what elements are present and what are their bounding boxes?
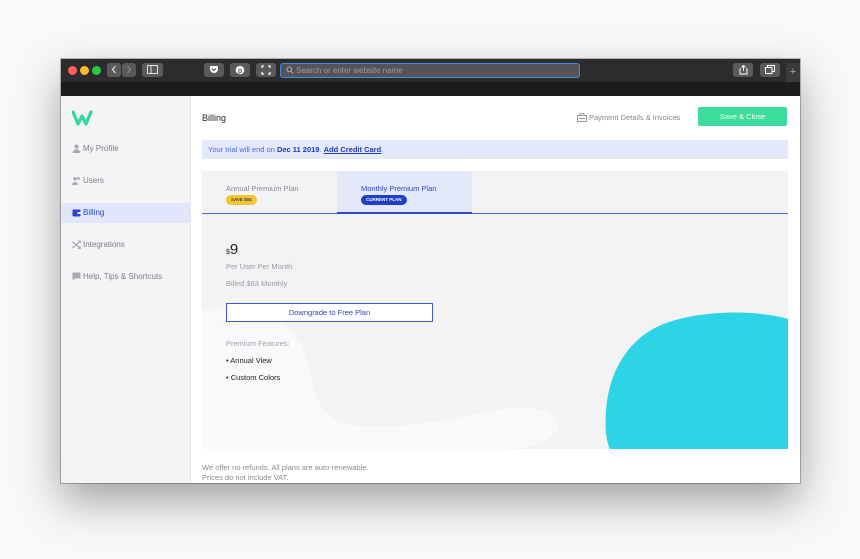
tab-monthly-plan[interactable]: Monthly Premium Plan CURRENT PLAN	[337, 171, 472, 214]
feature-item: • Custom Colors	[226, 373, 281, 382]
sidebar-item-label: Integrations	[83, 240, 125, 249]
pocket-icon	[210, 66, 218, 73]
forward-button[interactable]	[122, 63, 136, 77]
features-title: Premium Features:	[226, 339, 290, 348]
pocket-extension-button[interactable]	[204, 63, 224, 77]
tab-label: Annual Premium Plan	[226, 184, 299, 193]
sidebar-toggle-button[interactable]	[142, 63, 163, 77]
price-unit: Per User Per Month	[226, 262, 293, 271]
users-icon	[72, 177, 80, 185]
price-amount: 9	[229, 241, 239, 258]
wallet-icon	[72, 209, 81, 217]
browser-window: p + My Profile Users	[61, 59, 800, 483]
zoom-window-button[interactable]	[92, 66, 101, 75]
share-button[interactable]	[733, 63, 753, 77]
svg-text:p: p	[238, 68, 242, 75]
crop-icon	[261, 65, 271, 75]
tabs-icon	[765, 65, 775, 74]
sidebar: My Profile Users Billing Integrations He…	[61, 96, 191, 483]
refund-notice: We offer no refunds. All plans are auto-…	[202, 463, 369, 472]
close-window-button[interactable]	[68, 66, 77, 75]
page-title: Billing	[202, 113, 227, 123]
sidebar-item-label: Users	[83, 176, 104, 185]
add-credit-card-link[interactable]: Add Credit Card	[324, 145, 382, 154]
plan-panel: Annual Premium Plan SAVE $84 Monthly Pre…	[202, 171, 788, 449]
minimize-window-button[interactable]	[80, 66, 89, 75]
trial-end-date: Dec 11 2019	[276, 145, 320, 154]
new-tab-button[interactable]: +	[786, 63, 800, 82]
feature-item: • Annual View	[226, 356, 272, 365]
main-content: Billing Payment Details & Invoices Save …	[191, 96, 800, 483]
savings-badge: SAVE $84	[226, 195, 257, 205]
payment-details-label: Payment Details & Invoices	[589, 113, 681, 122]
search-icon	[286, 66, 294, 74]
sidebar-item-my-profile[interactable]: My Profile	[61, 139, 190, 159]
sidebar-item-billing[interactable]: Billing	[61, 203, 190, 223]
screenshot-extension-button[interactable]	[256, 63, 276, 77]
current-plan-badge: CURRENT PLAN	[361, 195, 407, 205]
billing-summary: Billed $63 Monthly	[226, 279, 288, 288]
back-button[interactable]	[107, 63, 121, 77]
chat-icon	[72, 272, 81, 281]
payment-details-link[interactable]: Payment Details & Invoices	[577, 112, 680, 124]
receipt-icon	[577, 113, 587, 122]
trial-text: Your trial will end on	[208, 145, 277, 154]
sidebar-item-help[interactable]: Help, Tips & Shortcuts	[61, 267, 190, 287]
tab-label: Monthly Premium Plan	[361, 184, 437, 193]
downgrade-button[interactable]: Downgrade to Free Plan	[226, 303, 433, 322]
vat-notice: Prices do not include VAT.	[202, 473, 289, 482]
chevron-left-icon	[111, 65, 116, 74]
pinterest-icon: p	[235, 65, 245, 75]
user-icon	[72, 144, 81, 153]
address-bar[interactable]	[280, 63, 580, 78]
app-logo[interactable]	[72, 110, 96, 126]
sidebar-item-label: Billing	[83, 208, 105, 217]
plan-price: $9	[226, 241, 238, 259]
tab-strip	[61, 82, 800, 96]
save-close-button[interactable]: Save & Close	[698, 107, 787, 126]
chevron-right-icon	[127, 65, 132, 74]
trial-suffix: .	[381, 145, 384, 154]
sidebar-item-integrations[interactable]: Integrations	[61, 235, 190, 255]
address-input[interactable]	[296, 64, 576, 77]
shuffle-icon	[72, 240, 81, 249]
share-icon	[739, 65, 747, 75]
sidebar-item-users[interactable]: Users	[61, 171, 190, 191]
trial-banner: Your trial will end on Dec 11 2019. Add …	[202, 140, 788, 159]
plan-tabs: Annual Premium Plan SAVE $84 Monthly Pre…	[202, 171, 788, 214]
browser-toolbar: p +	[61, 59, 800, 82]
sidebar-item-label: My Profile	[83, 144, 119, 153]
tabs-overview-button[interactable]	[760, 63, 780, 77]
sidebar-item-label: Help, Tips & Shortcuts	[83, 272, 163, 281]
pinterest-extension-button[interactable]: p	[230, 63, 250, 77]
tab-annual-plan[interactable]: Annual Premium Plan SAVE $84	[202, 171, 337, 214]
sidebar-icon	[147, 65, 158, 74]
